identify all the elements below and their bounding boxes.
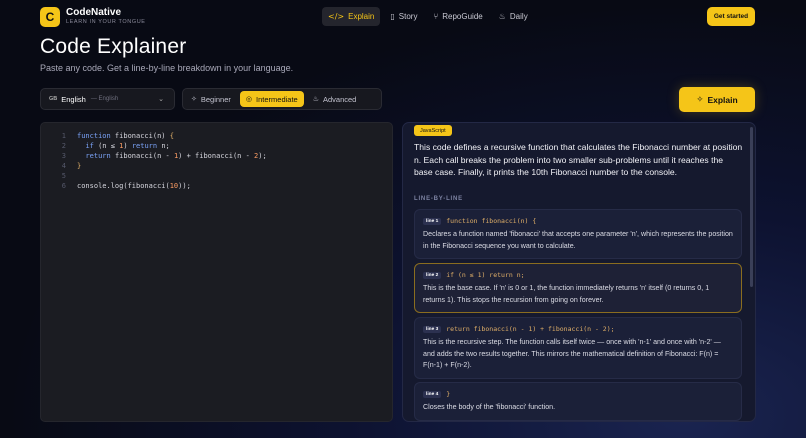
nav-item-label: RepoGuide [442, 12, 483, 21]
line-explanation: Declares a function named 'fibonacci' th… [423, 230, 733, 250]
level-advanced[interactable]: ♨ Advanced [307, 91, 363, 107]
target-icon: ◎ [245, 95, 253, 103]
nav-item-daily[interactable]: ♨ Daily [493, 7, 534, 26]
code-line: 6 console.log(fibonacci(10)); [41, 181, 392, 191]
line-number: 3 [61, 152, 66, 160]
line-tag: line 4 [423, 390, 442, 398]
code-icon: </> [328, 12, 345, 21]
nav-item-repoguide[interactable]: ⑂ RepoGuide [427, 7, 488, 26]
line-by-line-heading: LINE-BY-LINE [414, 196, 463, 202]
code-line: 2 if (n ≤ 1) return n; [41, 141, 392, 151]
language-select[interactable]: GB English — English ⌄ [40, 88, 175, 110]
line-code: if (n ≤ 1) return n; [446, 271, 525, 279]
line-number: 5 [61, 172, 66, 180]
level-label: Intermediate [256, 94, 298, 104]
language-badge: JavaScript [414, 125, 452, 136]
line-explanation-card[interactable]: line 4 } Closes the body of the 'fibonac… [414, 382, 742, 421]
code-text: function fibonacci(n) { [77, 132, 174, 140]
level-label: Advanced [323, 94, 357, 104]
line-code: } [446, 390, 451, 398]
brand-name: CodeNative [66, 7, 122, 19]
flag-icon: GB [49, 96, 58, 102]
explain-button-label: Explain [707, 94, 738, 105]
scrollbar[interactable] [750, 127, 753, 287]
page-subtitle: Paste any code. Get a line-by-line break… [40, 63, 294, 73]
nav-item-story[interactable]: ▯ Story [384, 7, 423, 26]
line-explanation-card[interactable]: line 2 if (n ≤ 1) return n; This is the … [414, 263, 742, 313]
line-number: 4 [61, 162, 66, 170]
line-tag: line 3 [423, 325, 442, 333]
line-number: 2 [61, 142, 66, 150]
line-tag: line 1 [423, 217, 442, 225]
level-beginner[interactable]: ✧ Beginner [185, 91, 237, 107]
branch-icon: ⑂ [433, 12, 439, 21]
page-title: Code Explainer [40, 35, 187, 58]
code-editor[interactable]: 1 function fibonacci(n) { 2 if (n ≤ 1) re… [40, 122, 393, 422]
level-intermediate[interactable]: ◎ Intermediate [239, 91, 304, 107]
code-line: 5 [41, 171, 392, 181]
flame-icon: ♨ [498, 12, 506, 21]
line-code: function fibonacci(n) { [446, 217, 537, 225]
code-text: } [77, 162, 82, 170]
nav-item-label: Story [398, 12, 418, 21]
brand: CodeNative LEARN IN YOUR TONGUE [66, 8, 146, 26]
brand-tagline: LEARN IN YOUR TONGUE [66, 19, 146, 26]
line-number: 1 [61, 132, 66, 140]
chevron-down-icon: ⌄ [158, 95, 164, 103]
code-line: 3 return fibonacci(n - 1) + fibonacci(n … [41, 151, 392, 161]
level-selector: ✧ Beginner ◎ Intermediate ♨ Advanced [182, 88, 382, 110]
nav-item-label: Explain [348, 12, 375, 21]
code-text: if (n ≤ 1) return n; [85, 142, 170, 150]
line-explanation: This is the base case. If 'n' is 0 or 1,… [423, 284, 710, 304]
line-code: return fibonacci(n - 1) + fibonacci(n - … [446, 325, 615, 333]
level-label: Beginner [200, 94, 231, 104]
code-text: return fibonacci(n - 1) + fibonacci(n - … [85, 152, 267, 160]
nav-item-label: Daily [509, 12, 528, 21]
flame-icon: ♨ [312, 95, 319, 103]
line-explanation: This is the recursive step. The function… [423, 338, 721, 369]
language-name: English [61, 94, 86, 104]
line-tag: line 2 [423, 271, 442, 279]
sparkle-icon: ✧ [191, 95, 197, 103]
line-number: 6 [61, 182, 66, 190]
code-text: console.log(fibonacci(10)); [77, 182, 191, 190]
logo-icon[interactable]: C [40, 7, 60, 27]
sparkle-icon: ✧ [696, 94, 704, 105]
line-explanation-card[interactable]: line 3 return fibonacci(n - 1) + fibonac… [414, 317, 742, 379]
book-icon: ▯ [390, 12, 395, 21]
explanation-summary: This code defines a recursive function t… [414, 142, 743, 177]
line-explanation-card[interactable]: line 1 function fibonacci(n) { Declares … [414, 209, 742, 259]
language-native-name: — English [90, 96, 119, 102]
line-explanation: Closes the body of the 'fibonacci' funct… [423, 403, 556, 411]
main-nav: </> Explain ▯ Story ⑂ RepoGuide ♨ Daily [322, 7, 534, 26]
explain-button[interactable]: ✧ Explain [679, 87, 755, 112]
nav-item-explain[interactable]: </> Explain [322, 7, 381, 26]
get-started-button[interactable]: Get started [707, 7, 755, 26]
code-line: 1 function fibonacci(n) { [41, 131, 392, 141]
code-line: 4} [41, 161, 392, 171]
